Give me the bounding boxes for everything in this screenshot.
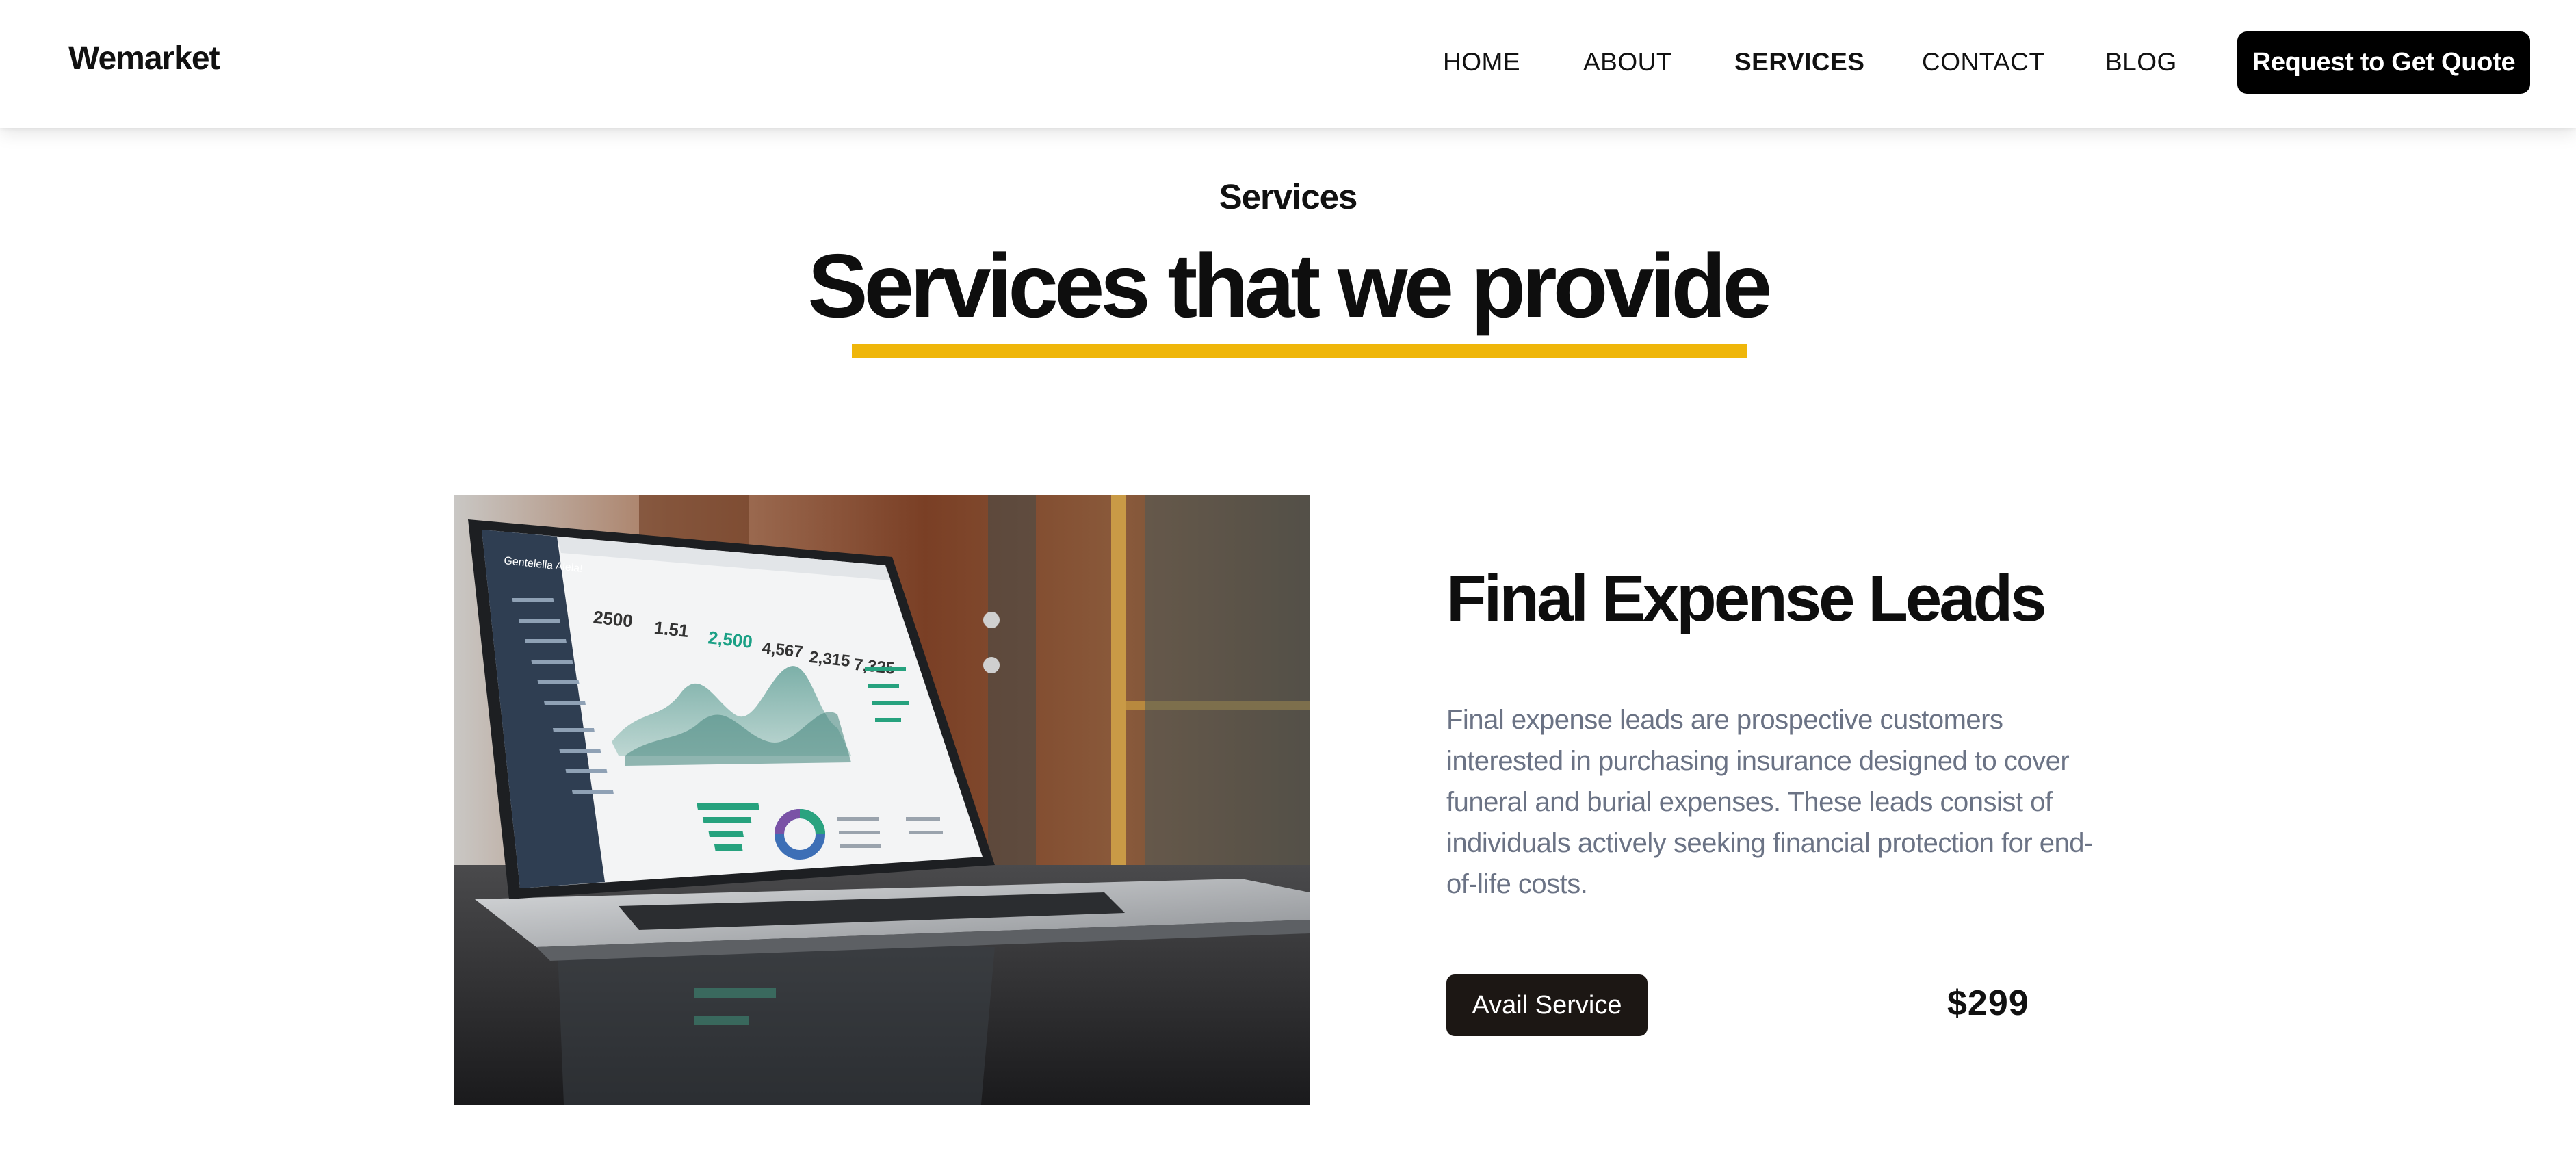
service-price: $299 — [1947, 983, 2029, 1023]
request-quote-button[interactable]: Request to Get Quote — [2237, 31, 2530, 94]
site-header: Wemarket HOME ABOUT SERVICES CONTACT BLO… — [0, 0, 2576, 128]
nav-services[interactable]: SERVICES — [1734, 48, 1864, 77]
nav-home[interactable]: HOME — [1443, 48, 1520, 77]
service-description: Final expense leads are prospective cust… — [1446, 705, 2093, 899]
main-nav: HOME ABOUT SERVICES CONTACT BLOG — [0, 0, 2576, 128]
dashboard-stat: 1.51 — [653, 617, 689, 641]
headline-underline — [852, 344, 1747, 358]
dashboard-stat: 2500 — [593, 607, 634, 632]
section-eyebrow: Services — [1219, 177, 1358, 216]
section-headline: Services that we provide — [807, 235, 1773, 336]
service-title: Final Expense Leads — [1446, 562, 2047, 635]
section-headline-wrap: Services that we provide — [0, 236, 2576, 335]
avail-service-button[interactable]: Avail Service — [1446, 974, 1648, 1036]
service-image: Gentelella Alela! 2500 1.51 2,500 4,567 … — [454, 495, 1310, 1105]
nav-about[interactable]: ABOUT — [1583, 48, 1672, 77]
nav-blog[interactable]: BLOG — [2105, 48, 2177, 77]
nav-contact[interactable]: CONTACT — [1922, 48, 2045, 77]
